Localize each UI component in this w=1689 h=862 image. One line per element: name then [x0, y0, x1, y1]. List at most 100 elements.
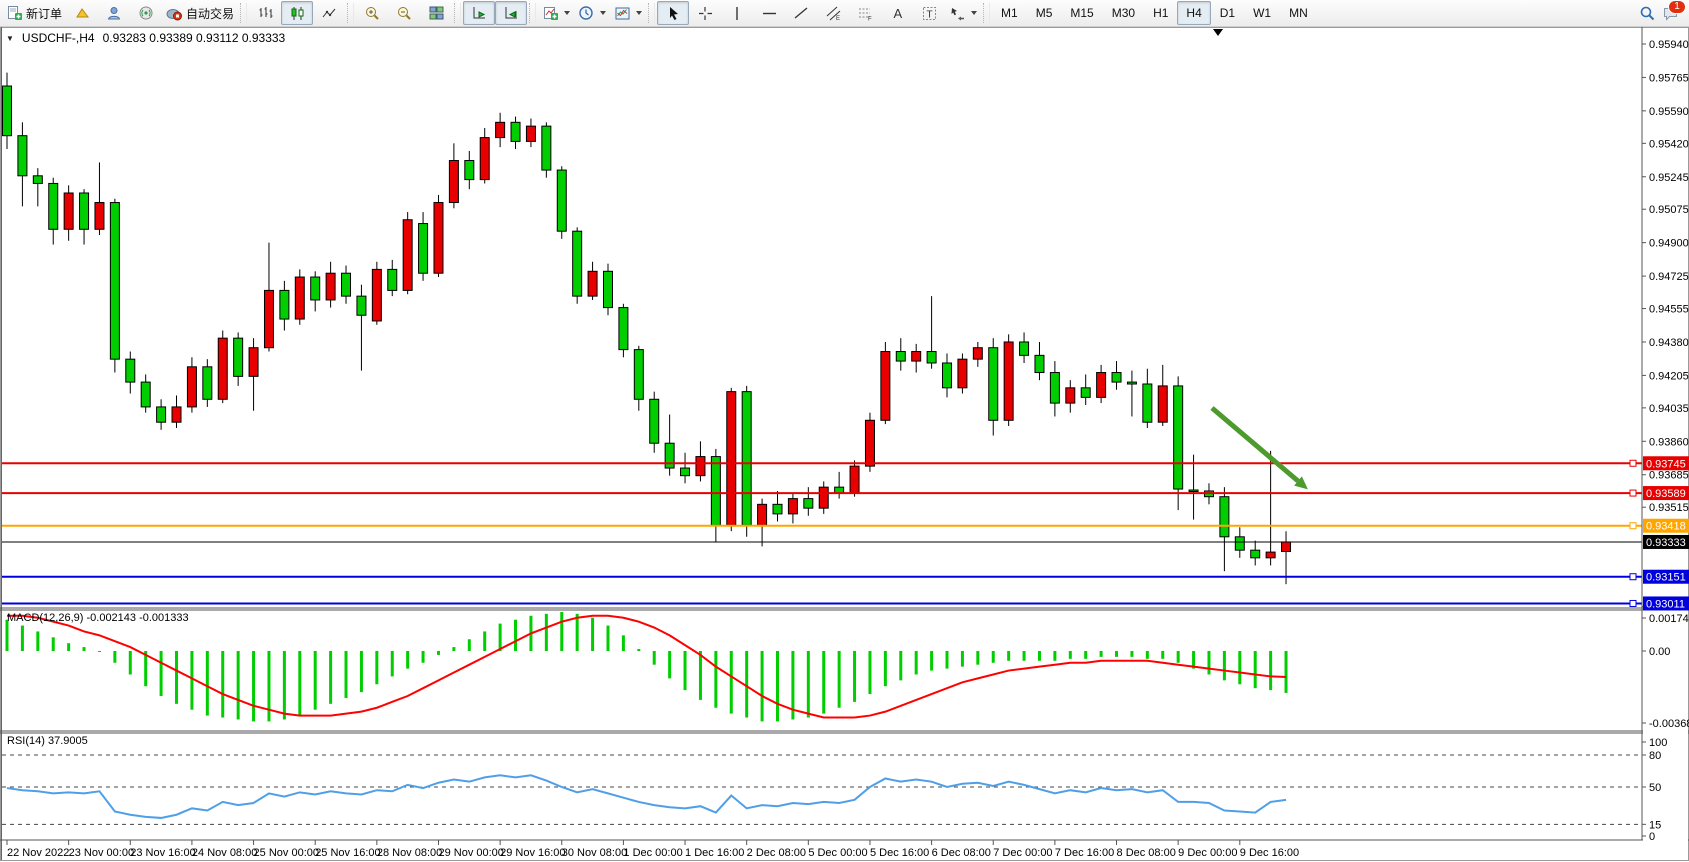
zoom-out-icon — [396, 5, 413, 22]
chart-shift-button[interactable] — [495, 1, 527, 25]
label-button[interactable]: T — [913, 1, 945, 25]
macd-histogram-bar — [884, 651, 887, 686]
candle-body — [95, 203, 104, 230]
cursor-icon — [665, 5, 682, 22]
candle-body — [665, 443, 674, 468]
tf-w1-label: W1 — [1248, 6, 1276, 20]
macd-histogram-bar — [452, 647, 455, 651]
macd-histogram-bar — [1069, 651, 1072, 659]
chevron-down-icon[interactable] — [636, 11, 642, 15]
new-order-button[interactable]: 新订单 — [2, 1, 66, 25]
tf-m5-button[interactable]: M5 — [1027, 1, 1062, 25]
hline-handle[interactable] — [1630, 574, 1636, 580]
line-chart-button[interactable] — [313, 1, 345, 25]
candle-body — [1050, 373, 1059, 404]
tf-w1-button[interactable]: W1 — [1244, 1, 1280, 25]
crosshair-button[interactable] — [689, 1, 721, 25]
chevron-down-icon[interactable] — [600, 11, 606, 15]
toolbar-group-drawing: EFAT — [657, 0, 981, 27]
hline-handle[interactable] — [1630, 523, 1636, 529]
macd-values: -0.002143 -0.001333 — [86, 612, 188, 624]
time-axis-label: 7 Dec 00:00 — [993, 847, 1052, 859]
chevron-down-icon[interactable] — [971, 11, 977, 15]
candle-body — [403, 220, 412, 291]
macd-histogram-bar — [560, 612, 563, 651]
tf-m1-button[interactable]: M1 — [992, 1, 1027, 25]
candle-body — [1020, 342, 1029, 355]
profile-button[interactable] — [98, 1, 130, 25]
arrows-button[interactable] — [945, 1, 981, 25]
candle-body — [943, 363, 952, 388]
macd-histogram-bar — [375, 651, 378, 684]
templates-button[interactable] — [610, 1, 646, 25]
candle-chart-button[interactable] — [281, 1, 313, 25]
macd-histogram-bar — [699, 651, 702, 700]
macd-histogram-bar — [67, 643, 70, 651]
macd-histogram-bar — [221, 651, 224, 718]
search-icon[interactable] — [1639, 5, 1656, 22]
toolbar-separator — [454, 3, 461, 23]
bar-chart-button[interactable] — [249, 1, 281, 25]
hline-button[interactable] — [753, 1, 785, 25]
candle-body — [496, 122, 505, 137]
price-axis-label: 0.95590 — [1649, 106, 1689, 118]
time-axis-label: 1 Dec 00:00 — [623, 847, 682, 859]
macd-histogram-bar — [915, 651, 918, 674]
signals-button[interactable] — [130, 1, 162, 25]
tf-h4-button[interactable]: H4 — [1177, 1, 1210, 25]
chart-window-button[interactable] — [66, 1, 98, 25]
vline-icon — [729, 5, 746, 22]
vline-button[interactable] — [721, 1, 753, 25]
cursor-button[interactable] — [657, 1, 689, 25]
tf-mn-button[interactable]: MN — [1280, 1, 1317, 25]
fibo-button[interactable]: F — [849, 1, 881, 25]
candle-body — [1081, 388, 1090, 398]
text-button[interactable]: A — [881, 1, 913, 25]
chart-canvas[interactable]: 0.959400.957650.955900.954200.952450.950… — [0, 27, 1689, 862]
toolbar-group-timeframes: M1M5M15M30H1 H4 D1 W1 MN — [992, 0, 1317, 27]
toolbar-group-trade: 新订单 自动交易 — [2, 0, 238, 27]
hline-handle[interactable] — [1630, 490, 1636, 496]
price-axis-label: 0.94725 — [1649, 271, 1689, 283]
candle-body — [927, 352, 936, 363]
indicators-button[interactable] — [538, 1, 574, 25]
tf-m15-button[interactable]: M15 — [1061, 1, 1102, 25]
candle-body — [557, 170, 566, 231]
rsi-axis-label: 15 — [1649, 819, 1661, 831]
candle-body — [388, 269, 397, 290]
macd-histogram-bar — [329, 651, 332, 704]
zoom-in-button[interactable] — [356, 1, 388, 25]
macd-histogram-bar — [838, 651, 841, 708]
autotrade-button[interactable]: 自动交易 — [162, 1, 238, 25]
price-axis-label: 0.95765 — [1649, 72, 1689, 84]
chevron-down-icon[interactable] — [564, 11, 570, 15]
macd-axis-label: 0.00 — [1649, 646, 1670, 658]
shift-icon — [503, 5, 520, 22]
tf-h4-label: H4 — [1181, 6, 1206, 20]
zoom-in-icon — [364, 5, 381, 22]
periods-button[interactable] — [574, 1, 610, 25]
trendline-button[interactable] — [785, 1, 817, 25]
one-click-collapse-icon[interactable]: ▼ — [6, 34, 14, 43]
chat-button[interactable]: 1 — [1662, 5, 1679, 22]
macd-histogram-bar — [499, 624, 502, 651]
candle-body — [141, 382, 150, 407]
candle-body — [526, 126, 535, 141]
time-axis-label: 29 Nov 16:00 — [500, 847, 565, 859]
zoom-out-button[interactable] — [388, 1, 420, 25]
tile-windows-button[interactable] — [420, 1, 452, 25]
candle-body — [480, 138, 489, 180]
auto-scroll-button[interactable] — [463, 1, 495, 25]
template-icon — [614, 5, 631, 22]
rsi-axis-label: 50 — [1649, 782, 1661, 794]
macd-histogram-bar — [113, 651, 116, 663]
tf-m30-button[interactable]: M30 — [1103, 1, 1144, 25]
hline-handle[interactable] — [1630, 460, 1636, 466]
tf-d1-button[interactable]: D1 — [1211, 1, 1244, 25]
candle-body — [773, 504, 782, 514]
tf-h1-button[interactable]: H1 — [1144, 1, 1177, 25]
hline-handle[interactable] — [1630, 600, 1636, 606]
candle-body — [711, 457, 720, 526]
channel-button[interactable]: E — [817, 1, 849, 25]
candle-body — [1266, 552, 1275, 558]
